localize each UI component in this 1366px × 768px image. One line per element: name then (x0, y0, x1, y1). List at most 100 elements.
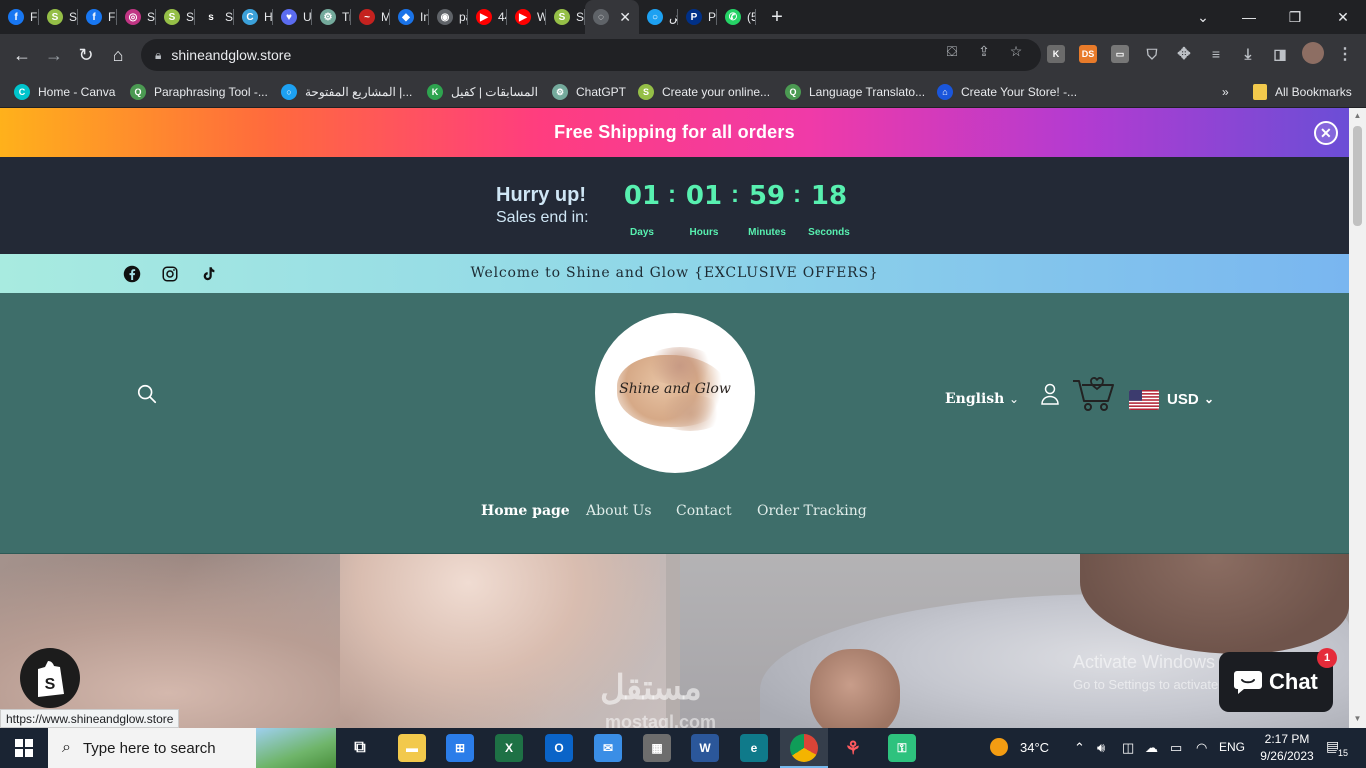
search-icon[interactable] (136, 383, 158, 405)
new-tab-button[interactable]: + (762, 2, 792, 32)
extensions-puzzle-icon[interactable]: ✥ (1175, 45, 1193, 63)
task-view-icon[interactable]: ⧉ (346, 734, 374, 762)
restore-button[interactable]: ❐ (1272, 0, 1318, 34)
extension-ds-icon[interactable]: DS (1079, 45, 1097, 63)
extension-gray-icon[interactable]: ▭ (1111, 45, 1129, 63)
weather-sun-icon[interactable] (990, 738, 1008, 756)
volume-icon[interactable]: 🔊︎ (1097, 740, 1105, 756)
taskbar-search-placeholder[interactable]: Type here to search (83, 740, 216, 757)
forward-icon[interactable]: → (40, 41, 68, 69)
us-flag-icon[interactable] (1129, 390, 1159, 410)
shopify-badge[interactable]: S (20, 648, 80, 708)
key-app-icon[interactable]: ⚿ (888, 734, 916, 762)
onedrive-icon[interactable]: ☁ (1145, 740, 1158, 756)
share-icon[interactable]: ⇪ (975, 42, 993, 60)
browser-tab[interactable]: ◎ Shi (117, 0, 156, 34)
close-icon[interactable]: ✕ (1314, 121, 1338, 145)
meet-now-icon[interactable]: ◫ (1122, 740, 1134, 756)
page-scrollbar[interactable]: ▲ ▼ (1349, 108, 1366, 728)
download-icon[interactable]: ⤓ (1239, 45, 1257, 63)
shield-icon[interactable]: ⛉ (1143, 45, 1161, 63)
edge-icon[interactable]: e (740, 734, 768, 762)
close-tab-icon[interactable]: ✕ (619, 9, 631, 26)
tab-search-button[interactable]: ⌄ (1180, 0, 1226, 34)
bookmark-item[interactable]: C Home - Canva (14, 83, 115, 101)
bookmark-star-icon[interactable]: ☆ (1007, 42, 1025, 60)
reading-list-icon[interactable]: ≡ (1207, 45, 1225, 63)
nav-order-tracking[interactable]: Order Tracking (757, 503, 867, 519)
menu-icon[interactable]: ⋮ (1336, 45, 1354, 63)
language-selector[interactable]: English (945, 391, 1004, 407)
currency-selector[interactable]: USD (1167, 391, 1199, 408)
browser-tab[interactable]: C Ho (234, 0, 273, 34)
minimize-button[interactable]: — (1226, 0, 1272, 34)
account-icon[interactable] (1040, 383, 1060, 405)
browser-tab[interactable]: ○ إض (639, 0, 678, 34)
side-panel-icon[interactable]: ◨ (1271, 45, 1289, 63)
browser-tab[interactable]: S Shi (156, 0, 195, 34)
bookmark-item[interactable]: Q Language Translato... (785, 83, 925, 101)
microsoft-store-icon[interactable]: ⊞ (446, 734, 474, 762)
close-window-button[interactable]: ✕ (1320, 0, 1366, 34)
browser-tab[interactable]: f Fac (0, 0, 39, 34)
clock-time[interactable]: 2:17 PM (1256, 732, 1318, 746)
browser-tab[interactable]: ⚙ Tro (312, 0, 351, 34)
nav-contact[interactable]: Contact (676, 503, 732, 519)
wifi-icon[interactable]: ◠ (1196, 740, 1207, 756)
cart-icon[interactable] (1071, 373, 1117, 413)
bookmark-item[interactable]: ○ المشاريع المفتوحة |... (281, 83, 412, 101)
back-icon[interactable]: ← (8, 41, 36, 69)
calculator-icon[interactable]: ▦ (643, 734, 671, 762)
url-text[interactable]: shineandglow.store (171, 47, 291, 63)
browser-tab[interactable]: ▶ Wa (507, 0, 546, 34)
scroll-down-arrow[interactable]: ▼ (1353, 714, 1362, 724)
translate-icon[interactable]: ⛋ (943, 42, 961, 60)
browser-tab[interactable]: ◌ ✕ (585, 0, 639, 34)
file-explorer-icon[interactable]: ▬ (398, 734, 426, 762)
store-logo[interactable]: Shine and Glow (595, 313, 755, 473)
browser-tab[interactable]: ~ Mo (351, 0, 390, 34)
scroll-up-arrow[interactable]: ▲ (1353, 111, 1362, 121)
reload-icon[interactable]: ↻ (72, 41, 100, 69)
browser-tab[interactable]: ✆ (5) (717, 0, 756, 34)
chevron-down-icon[interactable]: ⌄ (1009, 392, 1019, 406)
chevron-down-icon[interactable]: ⌄ (1204, 392, 1214, 406)
word-icon[interactable]: W (691, 734, 719, 762)
profile-avatar[interactable] (1302, 42, 1324, 64)
input-language[interactable]: ENG (1219, 740, 1245, 754)
bookmark-item[interactable]: ⌂ Create Your Store! -... (937, 83, 1077, 101)
browser-tab[interactable]: ♥ Unt (273, 0, 312, 34)
browser-tab[interactable]: ◉ pay (429, 0, 468, 34)
nav-home-page[interactable]: Home page (481, 503, 570, 519)
home-icon[interactable]: ⌂ (104, 41, 132, 69)
chrome-icon[interactable] (790, 734, 818, 762)
weather-temperature[interactable]: 34°C (1020, 740, 1049, 755)
more-bookmarks-chevron-icon[interactable]: » (1222, 83, 1229, 101)
app-swirl-icon[interactable]: ⚘ (839, 734, 867, 762)
taskbar-search-box[interactable]: ⌕ Type here to search (48, 728, 336, 768)
browser-tab[interactable]: f Fac (78, 0, 117, 34)
clock-date[interactable]: 9/26/2023 (1256, 749, 1318, 763)
all-bookmarks-folder[interactable]: All Bookmarks (1253, 83, 1352, 101)
bookmark-item[interactable]: Q Paraphrasing Tool -... (130, 83, 268, 101)
bookmark-item[interactable]: ⚙ ChatGPT (552, 83, 626, 101)
chat-button[interactable]: Chat (1219, 652, 1333, 712)
scrollbar-thumb[interactable] (1353, 126, 1362, 226)
tray-overflow-icon[interactable]: ⌃ (1074, 740, 1085, 756)
outlook-icon[interactable]: O (545, 734, 573, 762)
bookmark-item[interactable]: K المسابقات | كفيل (427, 83, 538, 101)
browser-tab[interactable]: ▶ 44) (468, 0, 507, 34)
nav-about-us[interactable]: About Us (586, 503, 652, 519)
chat-label[interactable]: Chat (1269, 669, 1318, 695)
browser-tab[interactable]: S Shi (546, 0, 585, 34)
excel-icon[interactable]: X (495, 734, 523, 762)
address-bar[interactable]: 🔒︎ shineandglow.store (141, 39, 1041, 71)
browser-tab[interactable]: P Pay (678, 0, 717, 34)
network-icon[interactable]: ▭ (1170, 740, 1182, 756)
browser-tab[interactable]: ◆ InV (390, 0, 429, 34)
bookmark-item[interactable]: S Create your online... (638, 83, 770, 101)
browser-tab[interactable]: s Sea (195, 0, 234, 34)
extension-k-icon[interactable]: K (1047, 45, 1065, 63)
windows-start-button[interactable] (0, 728, 48, 768)
mail-icon[interactable]: ✉ (594, 734, 622, 762)
